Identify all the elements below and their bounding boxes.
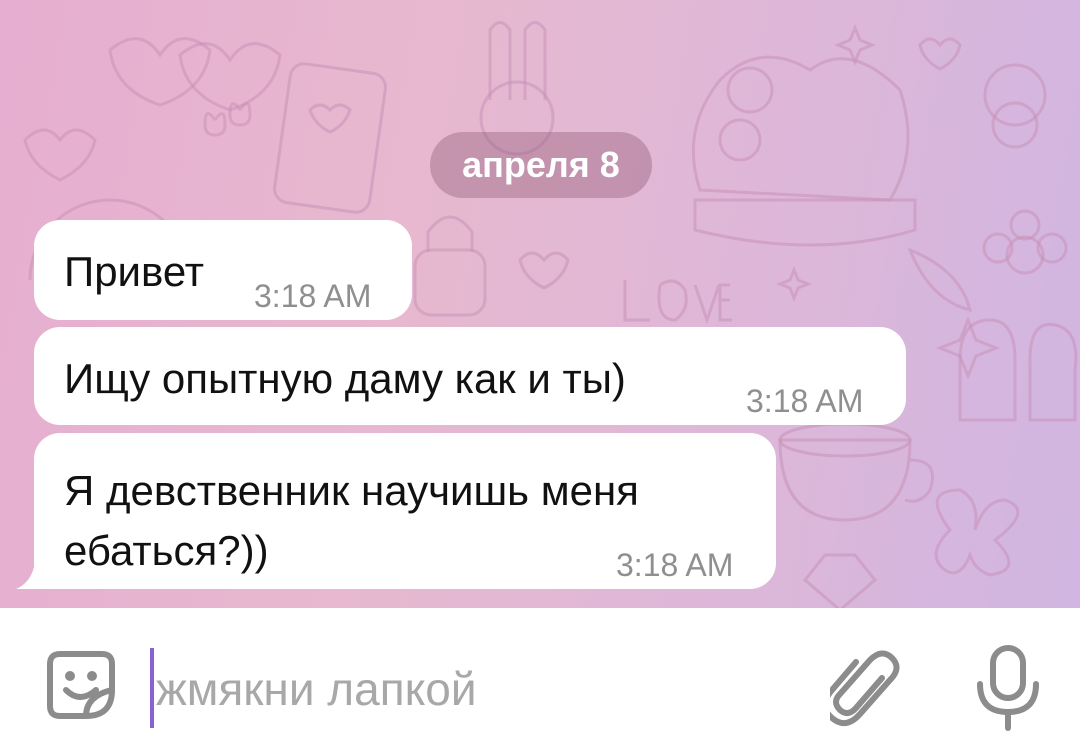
- message-text: Я девственник научишь меня ебаться?)): [64, 461, 639, 581]
- message-bubble[interactable]: Я девственник научишь меня ебаться?)) 3:…: [34, 433, 776, 589]
- message-time: 3:18 AM: [746, 383, 864, 419]
- message-time: 3:18 AM: [254, 278, 372, 314]
- message-text: Привет: [64, 248, 205, 295]
- message-composer: [0, 608, 1080, 753]
- date-separator: апреля 8: [430, 132, 652, 198]
- paperclip-icon[interactable]: [830, 648, 900, 728]
- message-time: 3:18 AM: [616, 547, 734, 583]
- message-line: ебаться?)): [64, 527, 269, 574]
- message-bubble[interactable]: Привет 3:18 AM: [34, 220, 412, 320]
- message-bubble[interactable]: Ищу опытную даму как и ты) 3:18 AM: [34, 327, 906, 425]
- message-text: Ищу опытную даму как и ты): [64, 355, 626, 402]
- message-line: Я девственник научишь меня: [64, 467, 639, 514]
- message-input[interactable]: [156, 654, 796, 724]
- sticker-smile-icon[interactable]: [44, 648, 118, 722]
- text-caret: [150, 648, 154, 728]
- microphone-icon[interactable]: [974, 644, 1042, 732]
- chat-background: апреля 8 Привет 3:18 AM Ищу опытную даму…: [0, 0, 1080, 608]
